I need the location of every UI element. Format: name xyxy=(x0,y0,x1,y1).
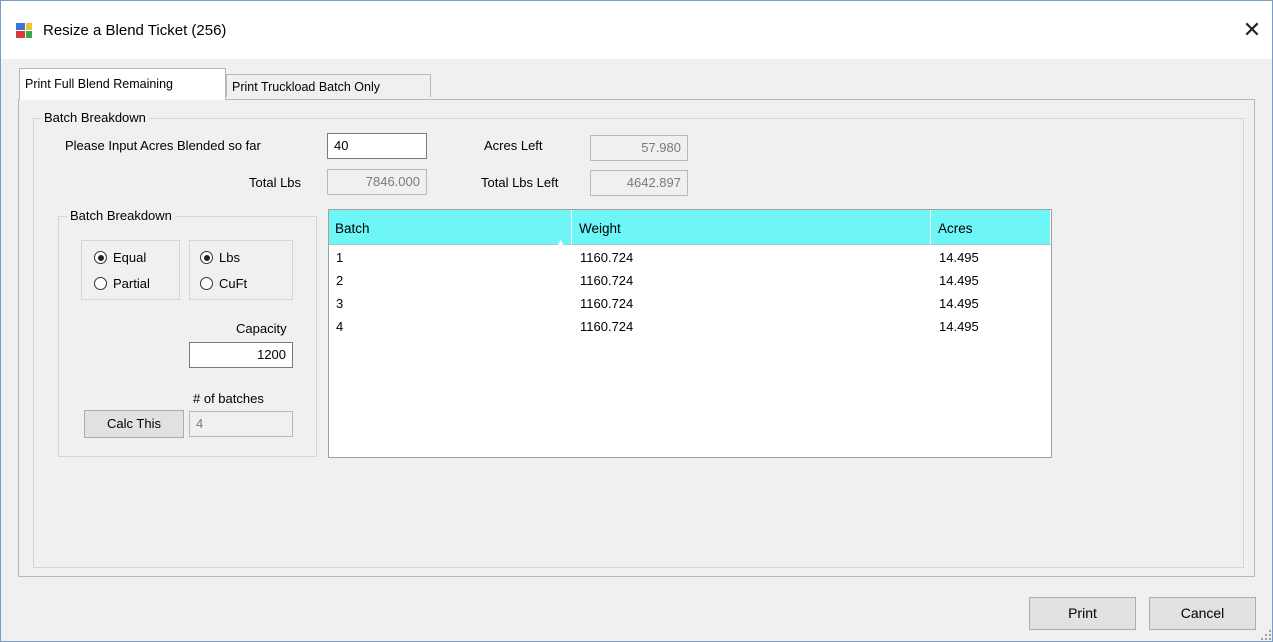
grid-header: Batch ▲ Weight Acres xyxy=(329,210,1051,247)
window-title: Resize a Blend Ticket (256) xyxy=(43,22,227,39)
cell-batch: 1 xyxy=(336,250,344,265)
column-header-acres-label: Acres xyxy=(938,221,973,236)
title-bar: Resize a Blend Ticket (256) ✕ xyxy=(1,1,1272,59)
radio-cuft[interactable]: CuFt xyxy=(200,276,247,291)
column-header-batch-label: Batch xyxy=(335,221,370,236)
radio-lbs[interactable]: Lbs xyxy=(200,250,240,265)
radio-cuft-label: CuFt xyxy=(219,276,248,291)
app-window-icon xyxy=(16,23,32,38)
table-row[interactable]: 2 1160.724 14.495 xyxy=(329,269,1051,292)
batches-field: 4 xyxy=(189,411,293,437)
radio-lbs-label: Lbs xyxy=(219,250,240,265)
batches-label: # of batches xyxy=(193,391,264,406)
radio-cuft-button[interactable] xyxy=(200,277,213,290)
acres-blended-label: Please Input Acres Blended so far xyxy=(65,138,261,153)
cell-weight: 1160.724 xyxy=(580,273,634,288)
table-row[interactable]: 4 1160.724 14.495 xyxy=(329,315,1051,338)
tab-print-truckload-batch-only[interactable]: Print Truckload Batch Only xyxy=(226,74,431,97)
close-icon[interactable]: ✕ xyxy=(1237,15,1267,45)
batch-grid[interactable]: Batch ▲ Weight Acres 1 1160.724 14.495 2… xyxy=(328,209,1052,458)
acres-blended-input[interactable]: 40 xyxy=(327,133,427,159)
table-row[interactable]: 3 1160.724 14.495 xyxy=(329,292,1051,315)
cell-acres: 14.495 xyxy=(939,250,979,265)
column-header-weight-label: Weight xyxy=(579,221,621,236)
column-header-batch[interactable]: Batch ▲ xyxy=(329,210,572,247)
column-header-acres[interactable]: Acres xyxy=(932,210,1051,244)
cell-acres: 14.495 xyxy=(939,319,979,334)
cell-weight: 1160.724 xyxy=(580,319,634,334)
cancel-button[interactable]: Cancel xyxy=(1149,597,1256,630)
cell-acres: 14.495 xyxy=(939,273,979,288)
cell-weight: 1160.724 xyxy=(580,296,634,311)
radio-partial-label: Partial xyxy=(113,276,150,291)
total-lbs-field: 7846.000 xyxy=(327,169,427,195)
acres-left-field: 57.980 xyxy=(590,135,688,161)
capacity-label: Capacity xyxy=(236,321,287,336)
radio-equal[interactable]: Equal xyxy=(94,250,146,265)
cell-batch: 2 xyxy=(336,273,344,288)
calc-this-button[interactable]: Calc This xyxy=(84,410,184,438)
radio-lbs-button[interactable] xyxy=(200,251,213,264)
batch-breakdown-group-label: Batch Breakdown xyxy=(41,110,149,125)
acres-left-label: Acres Left xyxy=(484,138,543,153)
tab-print-full-blend-remaining[interactable]: Print Full Blend Remaining xyxy=(19,68,226,100)
print-button[interactable]: Print xyxy=(1029,597,1136,630)
total-lbs-left-label: Total Lbs Left xyxy=(481,175,559,190)
cell-batch: 4 xyxy=(336,319,344,334)
radio-equal-button[interactable] xyxy=(94,251,107,264)
capacity-input[interactable]: 1200 xyxy=(189,342,293,368)
total-lbs-left-field: 4642.897 xyxy=(590,170,688,196)
table-row[interactable]: 1 1160.724 14.495 xyxy=(329,246,1051,269)
radio-partial-button[interactable] xyxy=(94,277,107,290)
cell-weight: 1160.724 xyxy=(580,250,634,265)
total-lbs-label: Total Lbs xyxy=(249,175,302,190)
cell-batch: 3 xyxy=(336,296,344,311)
radio-equal-label: Equal xyxy=(113,250,147,265)
column-header-weight[interactable]: Weight xyxy=(573,210,931,244)
inner-batch-breakdown-label: Batch Breakdown xyxy=(67,208,175,223)
radio-partial[interactable]: Partial xyxy=(94,276,150,291)
cell-acres: 14.495 xyxy=(939,296,979,311)
unit-radio-group xyxy=(189,240,293,300)
mode-radio-group xyxy=(81,240,180,300)
resize-grip-icon[interactable] xyxy=(1261,630,1271,640)
